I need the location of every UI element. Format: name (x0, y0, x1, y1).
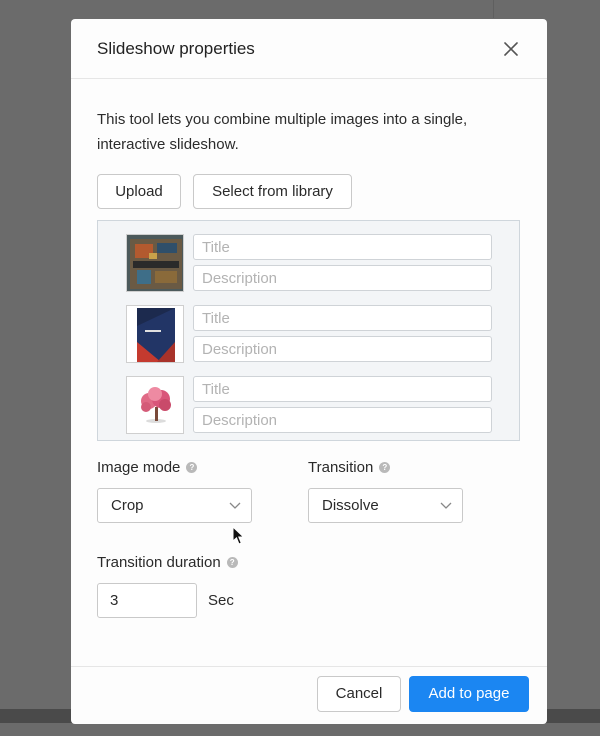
mouse-cursor-icon (232, 525, 246, 551)
transition-label-line: Transition ? (308, 457, 519, 477)
transition-value: Dissolve (322, 497, 379, 514)
image-thumbnail[interactable] (126, 234, 184, 292)
image-item (126, 234, 519, 292)
image-title-input[interactable] (193, 234, 492, 260)
source-buttons: Upload Select from library (97, 174, 521, 209)
image-title-input[interactable] (193, 305, 492, 331)
settings-row: Image mode ? Crop Transition ? Dissolve (97, 457, 521, 523)
image-thumbnail[interactable] (126, 376, 184, 434)
image-fields (193, 305, 492, 363)
select-from-library-button[interactable]: Select from library (193, 174, 352, 209)
close-icon[interactable] (501, 39, 521, 59)
duration-label-line: Transition duration ? (97, 552, 521, 572)
dialog-body: This tool lets you combine multiple imag… (71, 79, 547, 618)
image-title-input[interactable] (193, 376, 492, 402)
dialog-header: Slideshow properties (71, 19, 547, 79)
image-mode-select[interactable]: Crop (97, 488, 252, 523)
image-description-input[interactable] (193, 407, 492, 433)
backdrop-divider (493, 0, 494, 18)
transition-select[interactable]: Dissolve (308, 488, 463, 523)
dialog-title: Slideshow properties (97, 38, 255, 58)
duration-row: Sec (97, 583, 521, 618)
image-description-input[interactable] (193, 336, 492, 362)
chevron-down-icon (229, 502, 241, 510)
image-mode-value: Crop (111, 497, 144, 514)
image-mode-label: Image mode (97, 458, 181, 476)
image-item (126, 376, 519, 434)
help-icon[interactable]: ? (186, 461, 198, 473)
image-list (97, 220, 520, 441)
image-mode-setting: Image mode ? Crop (97, 457, 308, 523)
add-to-page-button[interactable]: Add to page (409, 675, 529, 712)
image-fields (193, 376, 492, 434)
image-description-input[interactable] (193, 265, 492, 291)
image-mode-label-line: Image mode ? (97, 457, 308, 477)
upload-button[interactable]: Upload (97, 174, 181, 209)
intro-text: This tool lets you combine multiple imag… (97, 111, 468, 153)
duration-input[interactable] (97, 583, 197, 618)
image-fields (193, 234, 492, 292)
chevron-down-icon (440, 502, 452, 510)
duration-unit: Sec (208, 592, 234, 609)
help-icon[interactable]: ? (379, 461, 391, 473)
dialog-footer: Cancel Add to page (71, 666, 547, 724)
image-item (126, 305, 519, 363)
cancel-button[interactable]: Cancel (317, 675, 401, 712)
transition-label: Transition (308, 458, 374, 476)
help-icon[interactable]: ? (226, 556, 238, 568)
slideshow-properties-dialog: Slideshow properties This tool lets you … (71, 19, 547, 724)
duration-setting: Transition duration ? Sec (97, 552, 521, 618)
duration-label: Transition duration (97, 553, 221, 571)
image-thumbnail[interactable] (126, 305, 184, 363)
transition-setting: Transition ? Dissolve (308, 457, 519, 523)
